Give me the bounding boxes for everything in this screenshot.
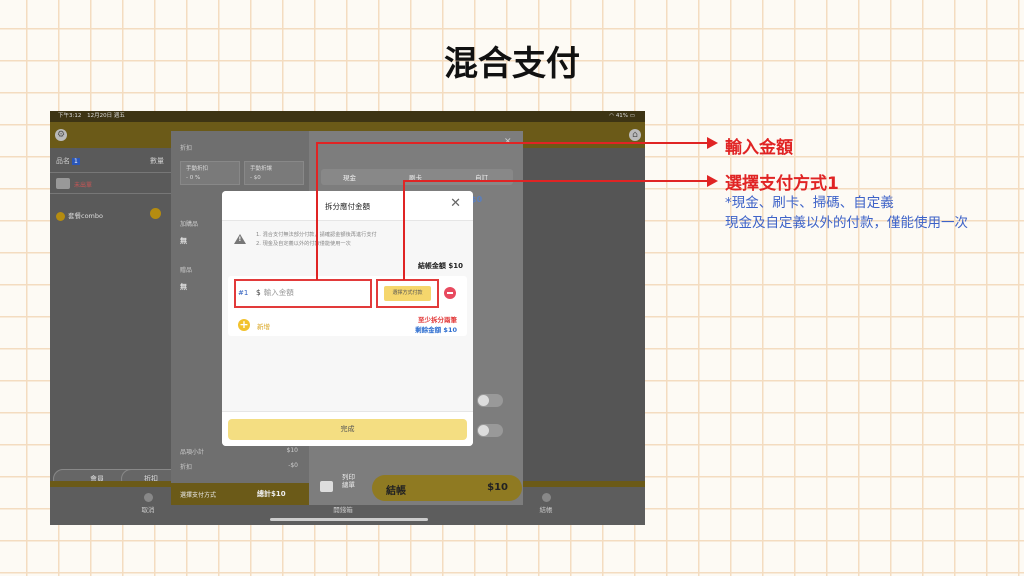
battery-level: 41% <box>615 113 629 119</box>
gift-value: 無 <box>180 283 187 291</box>
checkout-tab[interactable]: 結帳 <box>526 493 566 514</box>
select-payment-bar[interactable]: 選擇支付方式 總計$10 <box>171 483 309 505</box>
addon-value: 無 <box>180 237 187 245</box>
modal-title: 拆分應付金額 <box>325 202 370 211</box>
split-rows-card: #1 $ 輸入金額 選擇方式付款 + 新增 至少拆分兩筆 剩餘金額 $10 <box>228 276 467 336</box>
manual-pct-value: - 0 % <box>186 175 201 181</box>
cancel-label: 取消 <box>141 506 155 514</box>
subtotal-label: 品項小計 <box>180 449 205 456</box>
modal-header: 拆分應付金額 ✕ <box>222 191 473 221</box>
home-indicator[interactable] <box>270 518 428 521</box>
checkout-total: 結帳金額 $10 <box>417 262 463 270</box>
col-qty: 數量 <box>150 157 164 165</box>
annotation-enter-amount: 輸入金額 <box>725 138 793 158</box>
discount-section-label: 折扣 <box>180 145 193 152</box>
checkout-label: 結帳 <box>386 486 406 497</box>
discount-sum-value: -$0 <box>288 462 298 469</box>
annotation-desc-2: 現金及自定義以外的付款，僅能使用一次 <box>725 215 968 231</box>
min-split-warning: 至少拆分兩筆 <box>418 316 457 324</box>
printer-icon[interactable] <box>320 481 333 492</box>
row-index: #1 <box>238 289 249 297</box>
addon-label: 加購品 <box>180 221 199 228</box>
item-name: 套餐combo <box>68 212 103 220</box>
item-qty-badge <box>150 208 161 219</box>
checkout-button[interactable]: 結帳 $10 <box>372 475 522 501</box>
notice-box: ! 1. 混合支付無法部分付款，請確認金額後再進行支付 2. 現金及自定義以外的… <box>234 228 461 256</box>
tablet-screenshot: 下午3:12 12月20日 週五 ◠ 41% ▭ ⚙ ⌂ 品名 1 數量 未出單 … <box>50 111 645 525</box>
manual-percent-discount[interactable]: 手動折扣 - 0 % <box>180 161 240 185</box>
gift-label: 贈品 <box>180 267 193 274</box>
toggle-switch-1[interactable] <box>477 394 503 407</box>
split-payment-modal: 拆分應付金額 ✕ ! 1. 混合支付無法部分付款，請確認金額後再進行支付 2. … <box>222 191 473 446</box>
printer-status-row[interactable]: 未出單 <box>50 172 171 194</box>
remove-row-icon[interactable] <box>444 287 456 299</box>
count-badge: 1 <box>72 158 80 165</box>
unsent-label: 未出單 <box>74 182 93 189</box>
arrowhead-method <box>707 175 718 187</box>
modal-footer: 完成 <box>222 411 473 446</box>
warning-icon: ! <box>234 234 246 244</box>
manual-amt-value: - $0 <box>250 175 261 181</box>
battery-icon: ▭ <box>629 113 635 119</box>
manual-amount-discount[interactable]: 手動折讓 - $0 <box>244 161 304 185</box>
sheet-close-icon[interactable]: ✕ <box>504 137 512 147</box>
notice-text: 1. 混合支付無法部分付款，請確認金額後再進行支付 2. 現金及自定義以外的付款… <box>256 231 377 249</box>
add-icon[interactable]: + <box>238 319 250 331</box>
manual-amt-label: 手動折讓 <box>250 166 273 172</box>
checkout-amount: $10 <box>487 482 508 493</box>
checkout-tab-label: 結帳 <box>539 506 553 514</box>
notice-line-1: 1. 混合支付無法部分付款，請確認金額後再進行支付 <box>256 232 377 238</box>
done-button[interactable]: 完成 <box>228 419 467 440</box>
cancel-icon <box>143 493 153 502</box>
select-method-button[interactable]: 選擇方式付款 <box>384 286 431 301</box>
print-total-button[interactable]: 列印 總單 <box>342 473 355 489</box>
gear-icon[interactable]: ⚙ <box>55 129 67 141</box>
currency-symbol: $ <box>256 288 261 297</box>
order-list-header: 品名 1 <box>56 156 80 166</box>
store-icon[interactable]: ⌂ <box>629 129 641 141</box>
payment-tabs: 現金 刷卡 自訂 <box>321 169 513 185</box>
status-date: 12月20日 週五 <box>87 113 125 119</box>
discount-sum-row: 折扣 -$0 <box>180 462 298 471</box>
slide-title: 混合支付 <box>444 44 580 84</box>
close-icon[interactable]: ✕ <box>450 197 461 211</box>
select-payment-label: 選擇支付方式 <box>180 492 217 499</box>
tab-cash[interactable]: 現金 <box>343 172 356 182</box>
amount-input[interactable]: $ 輸入金額 <box>256 287 294 298</box>
method-highlight: 選擇方式付款 <box>376 279 439 308</box>
discount-sum-label: 折扣 <box>180 464 193 471</box>
notice-line-2: 2. 現金及自定義以外的付款僅能使用一次 <box>256 241 351 247</box>
tab-card[interactable]: 刷卡 <box>409 172 422 182</box>
amount-highlight <box>234 279 372 308</box>
toggle-switch-2[interactable] <box>477 424 503 437</box>
cancel-tab[interactable]: 取消 <box>128 493 168 514</box>
order-list-panel: 品名 1 數量 未出單 套餐combo 會員 折扣 <box>50 148 181 489</box>
remaining-amount: 剩餘金額 $10 <box>415 326 457 334</box>
print-label-2: 總單 <box>342 481 355 489</box>
status-bar: 下午3:12 12月20日 週五 ◠ 41% ▭ <box>50 111 645 122</box>
status-time: 下午3:12 <box>58 113 82 119</box>
add-row-button[interactable]: 新增 <box>257 321 270 331</box>
item-icon <box>56 211 65 221</box>
total-label: 總計$10 <box>257 490 286 498</box>
manual-pct-label: 手動折扣 <box>186 166 209 172</box>
checkout-icon <box>541 493 551 502</box>
arrowhead-amount <box>707 137 718 149</box>
amount-placeholder: 輸入金額 <box>263 288 294 297</box>
subtotal-row: 品項小計 $10 <box>180 447 298 456</box>
tab-custom[interactable]: 自訂 <box>475 172 488 182</box>
order-item[interactable]: 套餐combo <box>56 210 103 221</box>
side-label: 開錢箱 <box>333 506 353 514</box>
printer-icon <box>56 178 70 189</box>
print-label-1: 列印 <box>342 473 355 481</box>
col-name: 品名 <box>56 157 70 165</box>
subtotal-value: $10 <box>286 447 298 454</box>
annotation-desc-1: *現金、刷卡、掃碼、自定義 <box>725 195 894 211</box>
